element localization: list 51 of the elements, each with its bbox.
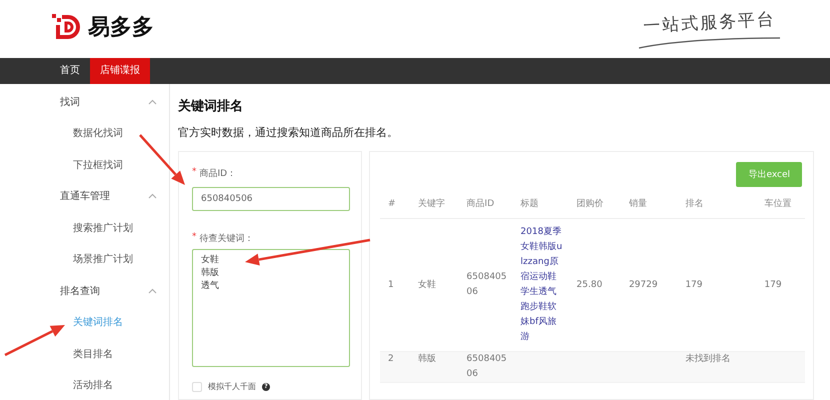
annotation-arrow (4, 325, 65, 356)
column-header: 排名 (677, 189, 756, 218)
sidebar-group[interactable]: 直通车管理 (0, 180, 169, 212)
page-title: 关键词排名 (178, 98, 244, 115)
chevron-up-icon (148, 193, 157, 200)
table-cell: 1 (388, 280, 394, 290)
keyword-line: 韩版 (201, 267, 219, 280)
nav-tab[interactable]: 首页 (50, 58, 90, 84)
sidebar-item[interactable]: 场景推广计划 (0, 244, 169, 275)
column-header: 销量 (620, 189, 678, 218)
table-cell: 25.80 (576, 280, 602, 290)
keywords-field[interactable]: 女鞋 韩版 透气 (192, 249, 350, 367)
column-header: 车位置 (756, 189, 805, 218)
page-subtitle: 官方实时数据，通过搜索知道商品所在排名。 (178, 125, 399, 140)
table-cell: 179 (764, 280, 782, 290)
column-header: 标题 (512, 189, 569, 218)
table-cell: 179 (685, 280, 702, 290)
sidebar-group[interactable]: 排名查询 (0, 275, 169, 306)
keyword-line: 透气 (201, 280, 219, 293)
field-label: 待查关键词： (200, 232, 254, 245)
table-cell: 650840506 (466, 272, 507, 297)
sidebar-item[interactable]: 搜索推广计划 (0, 212, 169, 244)
product-title-link[interactable]: 2018夏季女鞋韩版ulzzang原宿运动鞋学生透气跑步鞋软妹bf风旅游 (520, 225, 565, 345)
column-header: 团购价 (568, 189, 621, 218)
sidebar-item[interactable]: 数据化找词 (0, 118, 169, 149)
table-cell: 韩版 (418, 354, 436, 364)
table-cell: 2 (388, 354, 394, 364)
table-cell: 650840506 (466, 354, 507, 379)
column-header: 商品ID (458, 189, 513, 218)
sidebar-item[interactable]: 下拉框找词 (0, 149, 169, 180)
column-header: # (380, 189, 410, 218)
column-header: 关键字 (410, 189, 459, 218)
table-cell: 未找到排名 (685, 354, 730, 364)
chevron-up-icon (148, 288, 157, 294)
required-mark: * (192, 167, 196, 179)
slogan-text: 一站式服务平台 (642, 8, 776, 37)
required-mark: * (192, 232, 196, 244)
logo-text: 易多多 (88, 14, 154, 42)
keyword-line: 女鞋 (201, 254, 219, 267)
sidebar-item[interactable]: 类目排名 (0, 338, 169, 370)
table-cell: 29729 (628, 280, 658, 290)
field-label: 商品ID： (200, 168, 236, 180)
sidebar-group[interactable]: 找词 (0, 86, 169, 118)
product-id-field[interactable]: 650840506 (192, 187, 350, 211)
nav-tab[interactable]: 店铺谍报 (90, 58, 150, 84)
table-cell: 女鞋 (418, 280, 436, 290)
checkbox[interactable] (192, 382, 202, 392)
logo-icon (52, 12, 82, 42)
checkbox-label: 模拟千人千面 (208, 381, 256, 392)
chevron-up-icon (148, 98, 157, 105)
sidebar-item[interactable]: 活动排名 (0, 370, 169, 400)
